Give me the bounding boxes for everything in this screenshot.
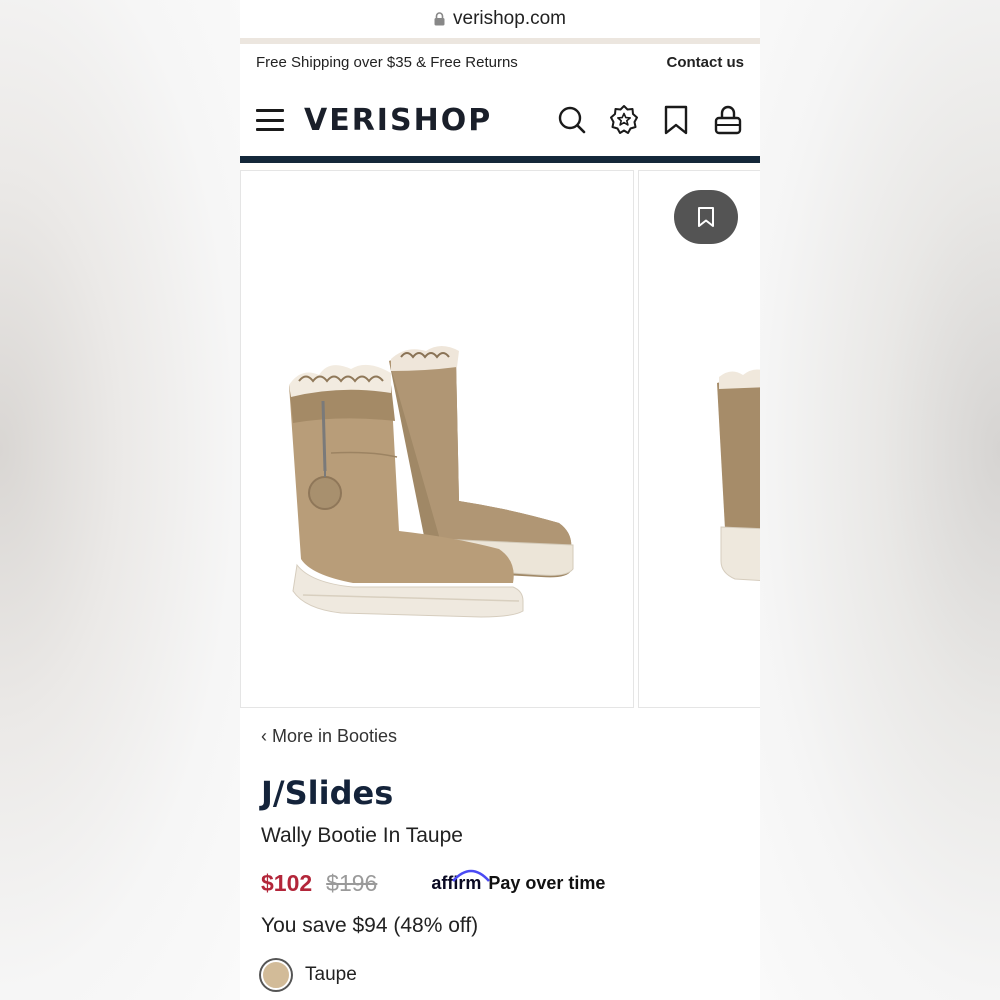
background-right (760, 0, 1000, 1000)
boot-pair-image[interactable] (240, 170, 634, 708)
bookmark-icon (698, 207, 714, 227)
rewards-icon[interactable] (608, 104, 640, 136)
shipping-promo-text: Free Shipping over $35 & Free Returns (256, 53, 518, 71)
affirm-logo: affirm (431, 869, 491, 894)
more-in-category-link[interactable]: ‹ More in Booties (261, 726, 397, 747)
promo-banner: Free Shipping over $35 & Free Returns Co… (240, 44, 760, 80)
color-option[interactable]: Taupe (261, 960, 357, 990)
browser-url: verishop.com (453, 8, 566, 29)
boot-side-image[interactable] (638, 170, 760, 708)
browser-address-bar[interactable]: verishop.com (240, 0, 760, 38)
color-label: Taupe (305, 964, 357, 985)
product-title: Wally Bootie In Taupe (261, 824, 463, 847)
savings-text: You save $94 (48% off) (261, 914, 479, 937)
mobile-screen: verishop.com Free Shipping over $35 & Fr… (240, 0, 760, 1000)
menu-icon[interactable] (256, 109, 284, 131)
pay-over-time-text: Pay over time (488, 873, 606, 893)
color-swatch[interactable] (261, 960, 291, 990)
price-row: $102 $196 affirm Pay over time (261, 869, 606, 897)
bag-icon[interactable] (712, 104, 744, 136)
header-underline (240, 156, 760, 163)
original-price: $196 (326, 870, 378, 896)
sale-price: $102 (261, 870, 313, 896)
lock-icon (434, 12, 445, 26)
search-icon[interactable] (556, 104, 588, 136)
contact-us-link[interactable]: Contact us (666, 54, 744, 71)
bookmark-icon[interactable] (660, 104, 692, 136)
affirm-financing-link[interactable]: affirm Pay over time (431, 869, 606, 894)
product-brand[interactable]: J/Slides (261, 774, 393, 812)
site-logo[interactable]: VERISHOP (304, 103, 492, 138)
product-gallery[interactable] (240, 170, 760, 710)
save-product-button[interactable] (674, 190, 738, 244)
background-left (0, 0, 240, 1000)
site-header: VERISHOP (240, 82, 760, 158)
